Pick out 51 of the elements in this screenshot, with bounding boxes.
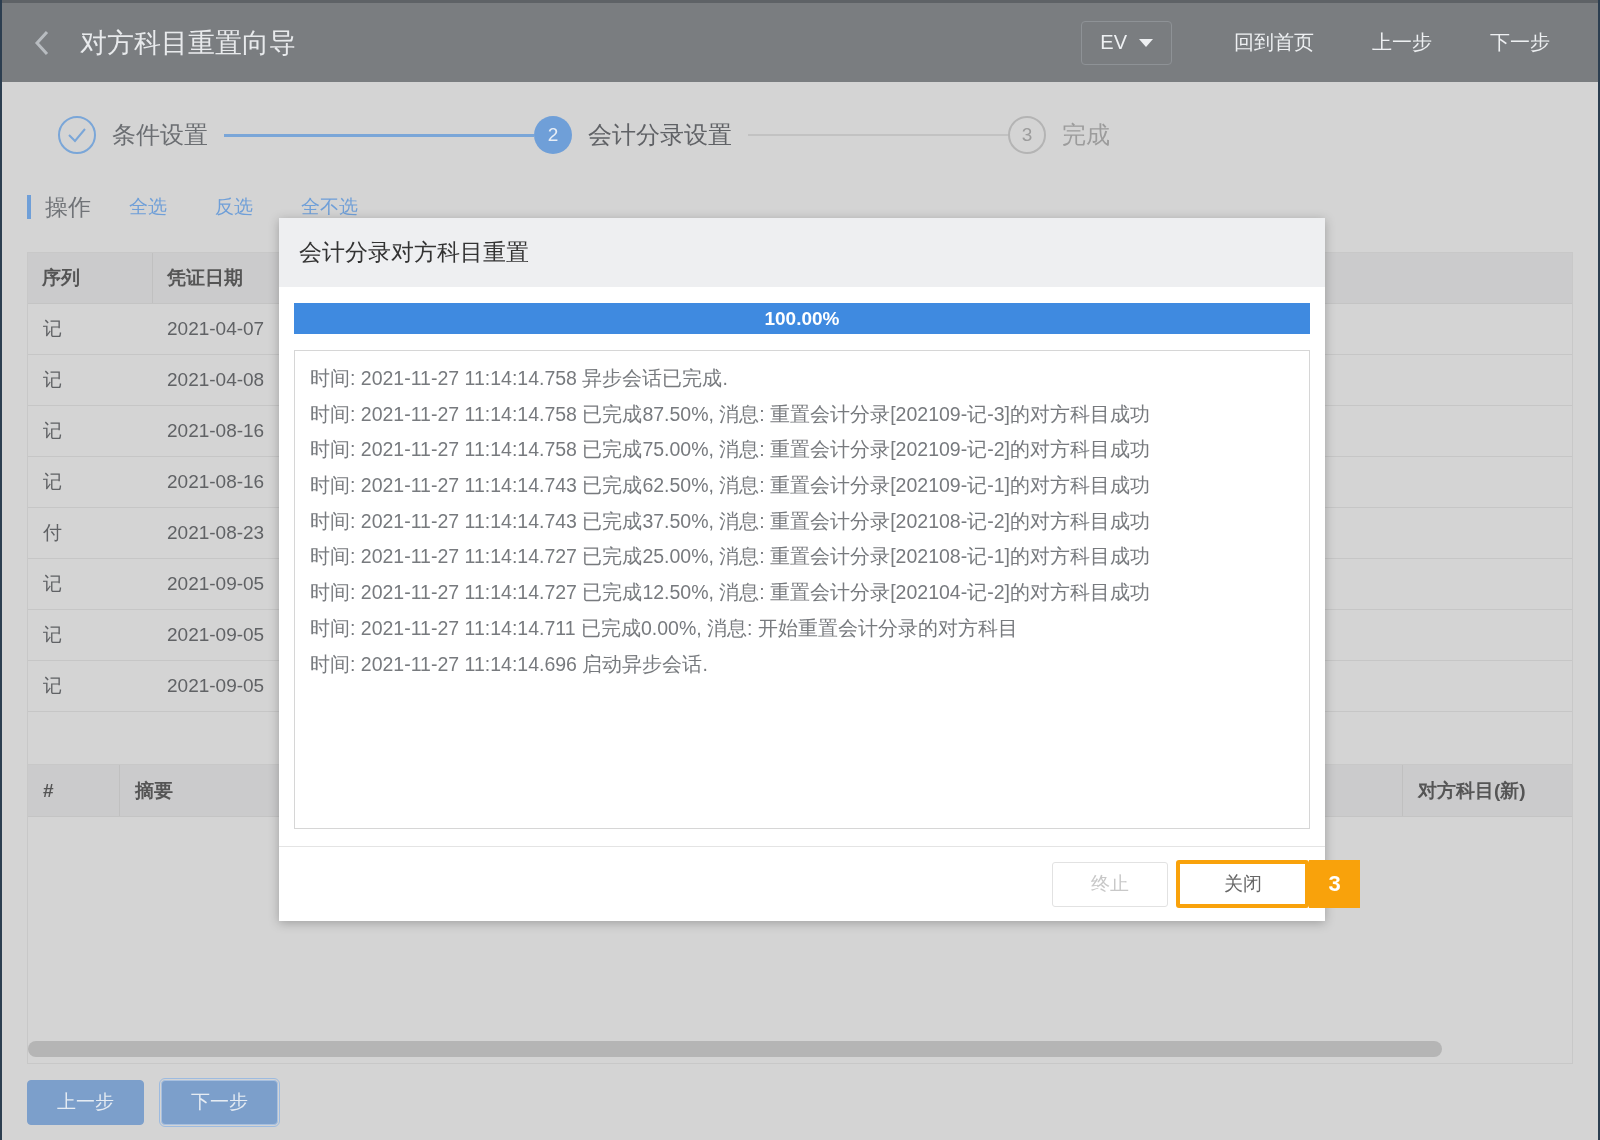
select-link[interactable]: 全不选 <box>301 194 358 220</box>
select-link[interactable]: 反选 <box>215 194 253 220</box>
section-label: 操作 <box>45 192 91 222</box>
table-cell-text: 记 <box>43 470 62 494</box>
step-label: 条件设置 <box>112 120 208 150</box>
page-title: 对方科目重置向导 <box>80 26 297 60</box>
column-header: # <box>28 765 120 816</box>
progress-label: 100.00% <box>764 307 840 330</box>
nav-link[interactable]: 上一步 <box>1372 29 1432 56</box>
environment-dropdown[interactable]: EV <box>1081 20 1172 65</box>
dialog-title: 会计分录对方科目重置 <box>279 218 1325 287</box>
scrollbar-thumb[interactable] <box>28 1041 1442 1057</box>
log-line: 时间: 2021-11-27 11:14:14.711 已完成0.00%, 消息: 开始重置会计分录的对方科目 <box>310 616 1018 639</box>
table-cell: 2021-09-05 <box>167 573 265 595</box>
log-line: 时间: 2021-11-27 11:14:14.758 异步会话已完成. <box>310 367 728 389</box>
table-cell-text: 记 <box>43 317 62 341</box>
step-number: 3 <box>1008 116 1046 154</box>
log-line: 时间: 2021-11-27 11:14:14.743 已完成62.50%, 消息: 重置会计分录[202109-记-1]的对方科目成功 <box>310 474 1150 497</box>
log-line: 时间: 2021-11-27 11:14:14.758 已完成87.50%, 消息: 重置会计分录[202109-记-3]的对方科目成功 <box>310 402 1150 425</box>
step-button[interactable]: 下一步 <box>161 1079 278 1125</box>
step-label: 会计分录设置 <box>588 120 732 150</box>
select-link[interactable]: 全选 <box>129 194 167 220</box>
step-label: 完成 <box>1062 120 1110 150</box>
table-cell: 2021-08-16 <box>167 471 265 493</box>
table-cell: 2021-08-16 <box>167 420 265 442</box>
column-header: 序列 <box>28 253 153 303</box>
table-cell: 2021-04-08 <box>167 369 265 391</box>
table-cell: 2021-09-05 <box>167 675 265 697</box>
step-number: 2 <box>534 116 572 154</box>
table-cell-text: 付 <box>43 521 62 545</box>
table-cell: 2021-08-23 <box>167 522 265 544</box>
log-line: 时间: 2021-11-27 11:14:14.758 已完成75.00%, 消息: 重置会计分录[202109-记-2]的对方科目成功 <box>310 438 1150 461</box>
dialog-button[interactable]: 关闭 <box>1176 860 1309 908</box>
caret-icon <box>1139 38 1153 47</box>
column-header: 对方科目(新) <box>1402 765 1572 816</box>
table-cell-text: 记 <box>43 623 62 647</box>
nav-link[interactable]: 回到首页 <box>1234 29 1314 56</box>
table-cell-text: 记 <box>43 368 62 392</box>
table-cell: 2021-04-07 <box>167 318 265 340</box>
table-cell: 2021-09-05 <box>167 624 265 646</box>
column-header: 摘要 <box>133 778 174 803</box>
step-button[interactable]: 上一步 <box>27 1079 144 1125</box>
table-cell-text: 记 <box>43 419 62 443</box>
step-callout-badge: 3 <box>1309 860 1360 908</box>
log-line: 时间: 2021-11-27 11:14:14.727 已完成12.50%, 消息: 重置会计分录[202104-记-2]的对方科目成功 <box>310 581 1150 604</box>
log-line: 时间: 2021-11-27 11:14:14.727 已完成25.00%, 消息: 重置会计分录[202108-记-1]的对方科目成功 <box>310 545 1150 568</box>
table-cell-text: 记 <box>43 572 62 596</box>
log-line: 时间: 2021-11-27 11:14:14.696 启动异步会话. <box>310 652 708 675</box>
nav-link[interactable]: 下一步 <box>1490 29 1550 56</box>
log-line: 时间: 2021-11-27 11:14:14.743 已完成37.50%, 消息: 重置会计分录[202108-记-2]的对方科目成功 <box>310 509 1150 532</box>
table-cell-text: 记 <box>43 674 62 698</box>
